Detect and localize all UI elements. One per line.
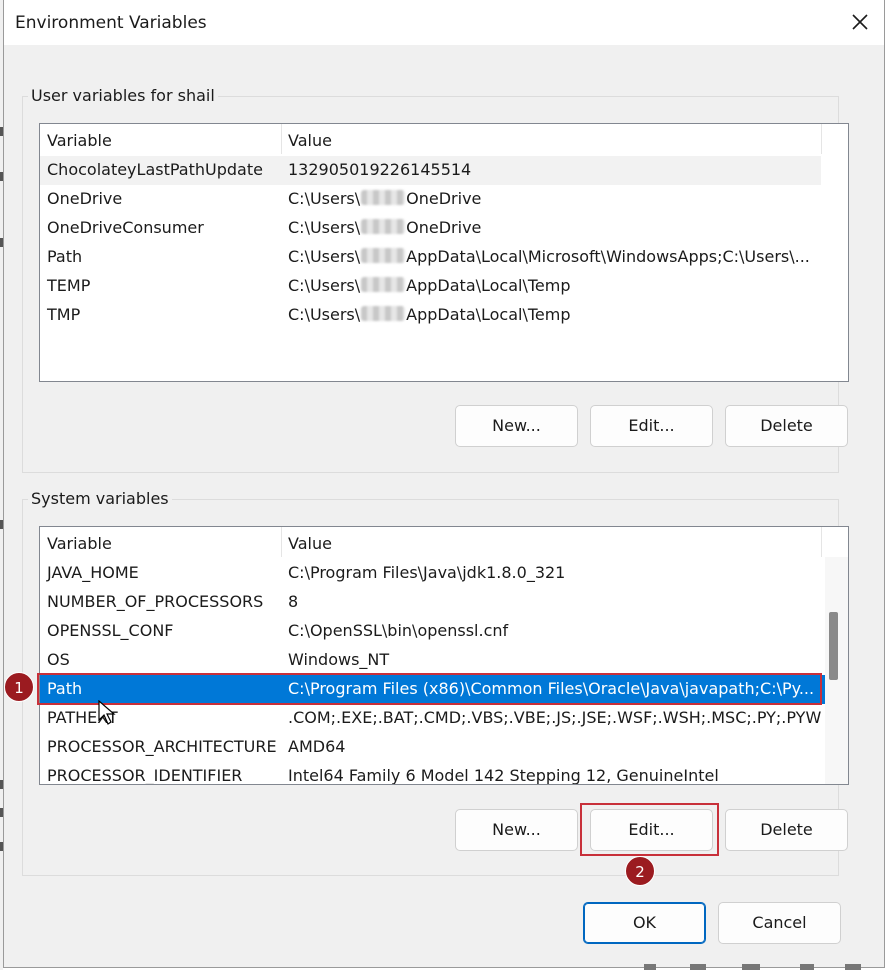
background-text-fragment: [742, 964, 760, 970]
value-text: C:\Users\: [288, 276, 361, 295]
system-variable-row[interactable]: NUMBER_OF_PROCESSORS 8: [40, 588, 825, 617]
value-text: C:\Users\: [288, 218, 361, 237]
redacted-username: [361, 277, 406, 292]
user-variable-row[interactable]: TMP C:\Users\ AppData\Local\Temp: [40, 301, 848, 330]
value-text: AppData\Local\Microsoft\WindowsApps;C:\U…: [406, 247, 810, 266]
step-marker-1: 1: [4, 672, 34, 702]
column-divider[interactable]: [821, 527, 822, 557]
variable-value: Windows_NT: [288, 650, 390, 669]
system-variable-row[interactable]: PROCESSOR_IDENTIFIER Intel64 Family 6 Mod…: [40, 762, 825, 785]
system-variables-label: System variables: [28, 489, 172, 508]
cancel-button[interactable]: Cancel: [718, 902, 841, 944]
variable-value: 8: [288, 592, 299, 611]
variable-value: C:\Users\ OneDrive: [288, 189, 481, 208]
column-header-variable[interactable]: Variable: [40, 124, 281, 154]
close-icon: [852, 14, 868, 30]
variable-name: OS: [47, 650, 70, 669]
variable-value: .COM;.EXE;.BAT;.CMD;.VBS;.VBE;.JS;.JSE;.…: [288, 708, 822, 727]
user-delete-button[interactable]: Delete: [725, 405, 848, 447]
column-header-variable[interactable]: Variable: [40, 527, 281, 557]
variable-name: OneDriveConsumer: [47, 218, 204, 237]
user-variables-list[interactable]: Variable Value ChocolateyLastPathUpdate 1…: [39, 123, 849, 382]
variable-value: C:\OpenSSL\bin\openssl.cnf: [288, 621, 509, 640]
variable-value: Intel64 Family 6 Model 142 Stepping 12, …: [288, 766, 719, 785]
mouse-cursor-icon: [98, 700, 116, 725]
column-header-value[interactable]: Value: [281, 124, 821, 154]
system-variable-row[interactable]: OS Windows_NT: [40, 646, 825, 675]
column-divider[interactable]: [821, 124, 822, 154]
system-variable-row[interactable]: PROCESSOR_ARCHITECTURE AMD64: [40, 733, 825, 762]
variable-name: ChocolateyLastPathUpdate: [47, 160, 263, 179]
user-variable-row[interactable]: Path C:\Users\ AppData\Local\Microsoft\Win…: [40, 243, 848, 272]
system-variables-header: Variable Value: [40, 527, 848, 557]
user-variables-label: User variables for shail: [28, 86, 218, 105]
value-text: OneDrive: [406, 189, 482, 208]
environment-variables-dialog: Environment Variables User variables for…: [3, 0, 885, 968]
value-text: AppData\Local\Temp: [406, 305, 571, 324]
ok-button[interactable]: OK: [583, 902, 706, 944]
user-variable-row[interactable]: OneDrive C:\Users\ OneDrive: [40, 185, 848, 214]
redacted-username: [361, 219, 406, 234]
value-text: C:\Users\: [288, 189, 361, 208]
variable-name: TMP: [47, 305, 81, 324]
value-text: 132905019226145514: [288, 160, 472, 179]
user-variable-row[interactable]: OneDriveConsumer C:\Users\ OneDrive: [40, 214, 848, 243]
scrollbar-thumb[interactable]: [829, 612, 838, 680]
variable-value: C:\Users\ OneDrive: [288, 218, 481, 237]
highlight-path-row: [37, 673, 822, 705]
variable-value: 132905019226145514: [288, 160, 471, 179]
variable-name: PROCESSOR_IDENTIFIER: [47, 766, 243, 785]
step-marker-2: 2: [625, 856, 655, 886]
variable-name: NUMBER_OF_PROCESSORS: [47, 592, 264, 611]
background-text-fragment: [845, 964, 861, 970]
variable-name: Path: [47, 247, 83, 266]
background-text-fragment: [690, 964, 706, 970]
system-variable-row[interactable]: OPENSSL_CONF C:\OpenSSL\bin\openssl.cnf: [40, 617, 825, 646]
system-variable-row[interactable]: JAVA_HOME C:\Program Files\Java\jdk1.8.0_…: [40, 559, 825, 588]
system-new-button[interactable]: New...: [455, 809, 578, 851]
system-list-scrollbar[interactable]: [825, 557, 848, 784]
background-text-fragment: [800, 964, 814, 970]
variable-name: TEMP: [47, 276, 91, 295]
variable-name: OneDrive: [47, 189, 123, 208]
redacted-username: [361, 190, 406, 205]
variable-name: JAVA_HOME: [47, 563, 139, 582]
variable-name: PROCESSOR_ARCHITECTURE: [47, 737, 277, 756]
user-variable-row[interactable]: TEMP C:\Users\ AppData\Local\Temp: [40, 272, 848, 301]
close-button[interactable]: [846, 8, 874, 36]
dialog-title: Environment Variables: [15, 13, 207, 33]
column-header-value[interactable]: Value: [281, 527, 821, 557]
value-text: C:\Users\: [288, 305, 361, 324]
title-bar: Environment Variables: [4, 0, 884, 45]
highlight-edit-button: [580, 803, 719, 856]
variable-name: OPENSSL_CONF: [47, 621, 174, 640]
user-edit-button[interactable]: Edit...: [590, 405, 713, 447]
variable-value: C:\Users\ AppData\Local\Temp: [288, 276, 571, 295]
value-text: AppData\Local\Temp: [406, 276, 571, 295]
variable-value: AMD64: [288, 737, 346, 756]
redacted-username: [361, 306, 406, 321]
redacted-username: [361, 248, 406, 263]
background-text-fragment: [644, 964, 656, 970]
system-variable-row[interactable]: PATHEXT .COM;.EXE;.BAT;.CMD;.VBS;.VBE;.JS…: [40, 704, 825, 733]
user-new-button[interactable]: New...: [455, 405, 578, 447]
variable-value: C:\Users\ AppData\Local\Temp: [288, 305, 571, 324]
value-text: OneDrive: [406, 218, 482, 237]
system-variables-list[interactable]: Variable Value JAVA_HOME C:\Program Files…: [39, 526, 849, 785]
user-variable-row[interactable]: ChocolateyLastPathUpdate 1329050192261455…: [40, 156, 821, 185]
user-variables-header: Variable Value: [40, 124, 848, 154]
system-delete-button[interactable]: Delete: [725, 809, 848, 851]
variable-value: C:\Users\ AppData\Local\Microsoft\Windows…: [288, 247, 810, 266]
variable-value: C:\Program Files\Java\jdk1.8.0_321: [288, 563, 566, 582]
value-text: C:\Users\: [288, 247, 361, 266]
